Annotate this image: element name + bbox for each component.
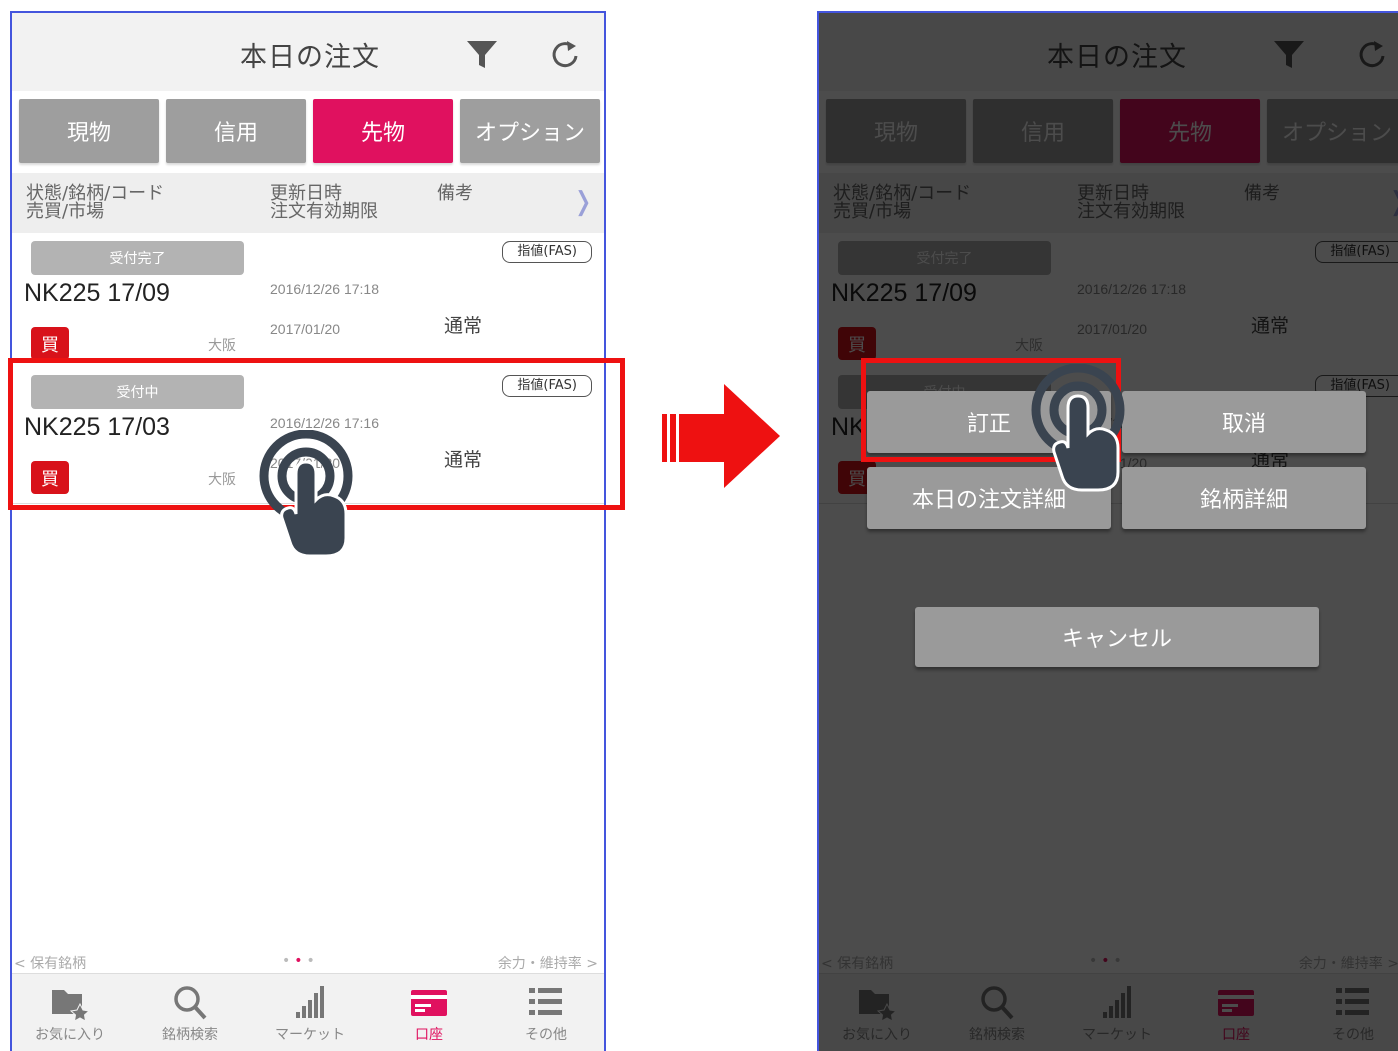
column-header: 状態/銘柄/コード売買/市場 更新日時注文有効期限 備考 ❭ <box>12 173 604 233</box>
condition: 通常 <box>444 315 483 337</box>
filter-icon[interactable] <box>465 37 499 71</box>
chevron-right-icon[interactable]: ❭ <box>572 187 594 217</box>
modal-overlay[interactable] <box>819 13 1398 1051</box>
status-badge: 受付完了 <box>31 241 244 275</box>
market: 大阪 <box>208 338 236 354</box>
expiry-date: 2017/01/20 <box>270 321 341 337</box>
header: 本日の注文 <box>12 13 604 92</box>
updated-time: 2016/12/26 17:18 <box>270 281 379 297</box>
tap-gesture-icon <box>1031 364 1125 492</box>
tap-gesture-icon <box>259 430 353 558</box>
page-title: 本日の注文 <box>240 42 380 73</box>
list-icon <box>529 988 562 1015</box>
nav-search[interactable]: 銘柄検索 <box>140 980 240 1051</box>
tab-options[interactable]: オプション <box>460 99 600 163</box>
order-type-badge: 指値(FAS) <box>502 241 592 263</box>
buy-badge: 買 <box>31 327 69 360</box>
close-menu-button[interactable]: キャンセル <box>915 607 1319 667</box>
col-date-label: 更新日時注文有効期限 <box>270 183 378 222</box>
symbol: NK225 17/09 <box>24 279 170 307</box>
tab-margin[interactable]: 信用 <box>166 99 306 163</box>
symbol-detail-button[interactable]: 銘柄詳細 <box>1122 467 1366 529</box>
nav-label: 銘柄検索 <box>162 1027 218 1043</box>
col-note-label: 備考 <box>437 183 473 204</box>
bar-chart-icon <box>296 986 324 1018</box>
order-row[interactable]: 受付完了 指値(FAS) NK225 17/09 2016/12/26 17:1… <box>12 235 604 370</box>
next-page-link[interactable]: 余力・維持率 > <box>498 953 598 973</box>
nav-more[interactable]: その他 <box>496 980 596 1051</box>
account-card-icon <box>411 990 447 1016</box>
nav-label: 口座 <box>415 1027 443 1043</box>
product-tabs: 現物 信用 先物 オプション <box>12 91 604 169</box>
nav-favorites[interactable]: お気に入り <box>20 980 120 1051</box>
arrow-right-icon <box>662 384 780 488</box>
nav-label: マーケット <box>275 1027 345 1043</box>
favorite-folder-icon <box>52 990 91 1020</box>
page-dots: ••• <box>282 953 319 969</box>
right-screen: 本日の注文 現物 信用 先物 オプション 状態/銘柄/コード売買/市場 更新日時… <box>817 11 1398 1051</box>
tab-futures[interactable]: 先物 <box>313 99 453 163</box>
cancel-order-button[interactable]: 取消 <box>1122 391 1366 453</box>
nav-label: その他 <box>525 1027 567 1043</box>
prev-page-link[interactable]: < 保有銘柄 <box>14 953 86 973</box>
nav-account[interactable]: 口座 <box>379 980 479 1051</box>
col-status-label: 状態/銘柄/コード売買/市場 <box>26 183 165 222</box>
search-icon <box>174 986 207 1020</box>
tab-spot[interactable]: 現物 <box>19 99 159 163</box>
refresh-icon[interactable] <box>548 37 582 71</box>
bottom-nav: お気に入り 銘柄検索 マーケット 口座 その他 <box>12 973 604 1051</box>
nav-label: お気に入り <box>35 1027 105 1043</box>
page-indicator: < 保有銘柄 ••• 余力・維持率 > <box>12 951 604 973</box>
nav-market[interactable]: マーケット <box>260 980 360 1051</box>
